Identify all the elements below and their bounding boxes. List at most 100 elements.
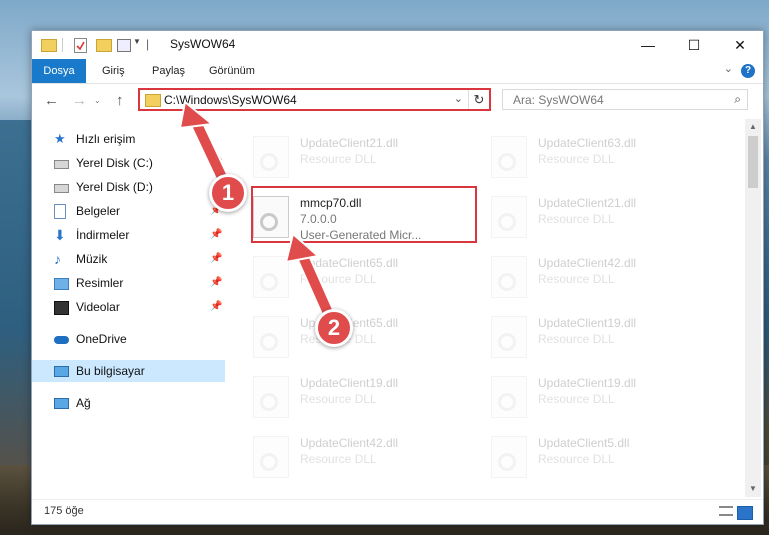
file-type: Resource DLL xyxy=(300,452,377,466)
search-placeholder: Ara: SysWOW64 xyxy=(513,93,604,107)
tab-home[interactable]: Giriş xyxy=(102,59,125,83)
video-icon xyxy=(54,301,69,315)
dll-file-icon xyxy=(491,196,527,238)
details-view-icon[interactable] xyxy=(719,506,733,516)
navigation-pane: ★ Hızlı erişim Yerel Disk (C:) 📌 Yerel D… xyxy=(32,122,227,497)
address-path[interactable]: C:\Windows\SysWOW64 xyxy=(164,93,297,107)
close-button[interactable]: ✕ xyxy=(717,31,763,59)
list-item[interactable]: UpdateClient65.dll Resource DLL xyxy=(229,247,449,299)
back-arrow-icon[interactable]: ← xyxy=(44,92,59,109)
pin-icon[interactable]: 📌 xyxy=(210,248,222,270)
sidebar-item-network[interactable]: Ağ xyxy=(32,392,225,414)
folder-icon xyxy=(41,39,57,52)
sidebar-item-pictures[interactable]: Resimler 📌 xyxy=(32,272,225,294)
help-icon[interactable]: ? xyxy=(741,64,755,78)
sidebar-item-music[interactable]: ♪ Müzik 📌 xyxy=(32,248,225,270)
callout-badge-1: 1 xyxy=(209,174,247,212)
scroll-down-icon[interactable]: ▼ xyxy=(745,481,761,497)
search-icon[interactable]: ⌕ xyxy=(734,92,741,107)
dll-file-icon xyxy=(491,436,527,478)
customize-toolbar-icon[interactable] xyxy=(117,39,131,52)
file-type: Resource DLL xyxy=(538,152,615,166)
sidebar-item-label: Yerel Disk (C:) xyxy=(76,156,153,170)
ribbon-tabs: Dosya Giriş Paylaş Görünüm ⌄ ? xyxy=(32,59,763,84)
refresh-icon[interactable]: ↻ xyxy=(468,90,489,109)
tiles-view-icon[interactable] xyxy=(737,506,753,520)
sidebar-item-label: Ağ xyxy=(76,396,91,410)
desktop-background-sea xyxy=(0,120,35,470)
file-name: UpdateClient21.dll xyxy=(538,196,637,210)
dll-file-icon xyxy=(491,376,527,418)
list-item[interactable]: UpdateClient19.dll Resource DLL xyxy=(467,307,687,359)
address-bar[interactable]: C:\Windows\SysWOW64 ⌄ ↻ xyxy=(138,88,491,111)
list-item[interactable]: UpdateClient42.dll Resource DLL xyxy=(467,247,687,299)
list-item[interactable]: UpdateClient63.dll Resource DLL xyxy=(467,127,687,179)
sidebar-item-documents[interactable]: Belgeler 📌 xyxy=(32,200,225,222)
tab-file[interactable]: Dosya xyxy=(32,59,86,83)
sidebar-item-label: Belgeler xyxy=(76,204,121,218)
vertical-scrollbar[interactable]: ▲ ▼ xyxy=(745,119,761,497)
recent-locations-icon[interactable]: ⌄ xyxy=(94,96,101,105)
file-list: UpdateClient21.dll Resource DLL mmcp70.d… xyxy=(229,119,743,499)
minimize-button[interactable]: — xyxy=(625,31,671,59)
document-icon xyxy=(54,204,66,219)
maximize-button[interactable]: ☐ xyxy=(671,31,717,59)
file-name: UpdateClient19.dll xyxy=(538,376,637,390)
file-type: Resource DLL xyxy=(538,332,615,346)
sidebar-item-onedrive[interactable]: OneDrive xyxy=(32,328,225,350)
scroll-up-icon[interactable]: ▲ xyxy=(745,119,761,135)
tab-view[interactable]: Görünüm xyxy=(209,59,255,83)
explorer-window: ▼ | SysWOW64 — ☐ ✕ Dosya Giriş Paylaş Gö… xyxy=(31,30,764,525)
sidebar-item-this-pc[interactable]: Bu bilgisayar xyxy=(32,360,225,382)
sidebar-item-quick-access[interactable]: ★ Hızlı erişim xyxy=(32,128,225,150)
divider xyxy=(62,38,63,52)
properties-icon[interactable] xyxy=(74,38,87,53)
computer-icon xyxy=(54,366,69,377)
scrollbar-thumb[interactable] xyxy=(748,136,758,188)
sidebar-item-downloads[interactable]: ⬇ İndirmeler 📌 xyxy=(32,224,225,246)
chevron-down-icon[interactable]: ▼ xyxy=(133,37,141,53)
file-name: UpdateClient19.dll xyxy=(538,316,637,330)
dll-file-icon xyxy=(253,436,289,478)
new-folder-icon[interactable] xyxy=(96,39,112,52)
sidebar-item-videos[interactable]: Videolar 📌 xyxy=(32,296,225,318)
sidebar-item-label: İndirmeler xyxy=(76,228,130,242)
chevron-down-icon[interactable]: ⌄ xyxy=(454,92,463,105)
forward-arrow-icon[interactable]: → xyxy=(72,92,87,109)
tab-share[interactable]: Paylaş xyxy=(152,59,185,83)
sidebar-item-label: Hızlı erişim xyxy=(76,132,136,146)
list-item[interactable]: UpdateClient5.dll Resource DLL xyxy=(467,427,687,479)
dll-file-icon xyxy=(253,376,289,418)
file-type: Resource DLL xyxy=(300,392,377,406)
file-name: UpdateClient63.dll xyxy=(538,136,637,150)
sidebar-item-disk-d[interactable]: Yerel Disk (D:) 📌 xyxy=(32,176,225,198)
pin-icon[interactable]: 📌 xyxy=(210,152,222,174)
dll-file-icon xyxy=(253,316,289,358)
dll-file-icon xyxy=(491,316,527,358)
up-arrow-icon[interactable]: ↑ xyxy=(116,92,124,109)
divider: | xyxy=(146,37,150,51)
list-item[interactable]: UpdateClient19.dll Resource DLL xyxy=(467,367,687,419)
pin-icon[interactable]: 📌 xyxy=(210,224,222,246)
sidebar-item-label: Bu bilgisayar xyxy=(76,364,145,378)
file-type: Resource DLL xyxy=(538,452,615,466)
list-item[interactable]: UpdateClient42.dll Resource DLL xyxy=(229,427,449,479)
address-row: ← → ⌄ ↑ C:\Windows\SysWOW64 ⌄ ↻ Ara: Sys… xyxy=(32,84,763,118)
sidebar-item-disk-c[interactable]: Yerel Disk (C:) 📌 xyxy=(32,152,225,174)
callout-badge-2: 2 xyxy=(315,309,353,347)
sidebar-item-label: OneDrive xyxy=(76,332,127,346)
sidebar-item-label: Videolar xyxy=(76,300,120,314)
sidebar-item-label: Yerel Disk (D:) xyxy=(76,180,153,194)
pin-icon[interactable]: 📌 xyxy=(210,272,222,294)
dll-file-icon xyxy=(491,256,527,298)
cloud-icon xyxy=(54,336,69,344)
list-item[interactable]: UpdateClient21.dll Resource DLL xyxy=(229,127,449,179)
expand-ribbon-icon[interactable]: ⌄ xyxy=(724,62,733,75)
list-item[interactable]: UpdateClient21.dll Resource DLL xyxy=(467,187,687,239)
dll-file-icon xyxy=(253,136,289,178)
title-bar: ▼ | SysWOW64 — ☐ ✕ xyxy=(32,31,763,59)
pin-icon[interactable]: 📌 xyxy=(210,296,222,318)
list-item[interactable]: UpdateClient19.dll Resource DLL xyxy=(229,367,449,419)
file-name: UpdateClient42.dll xyxy=(300,436,399,450)
search-input[interactable]: Ara: SysWOW64 ⌕ xyxy=(502,89,748,110)
